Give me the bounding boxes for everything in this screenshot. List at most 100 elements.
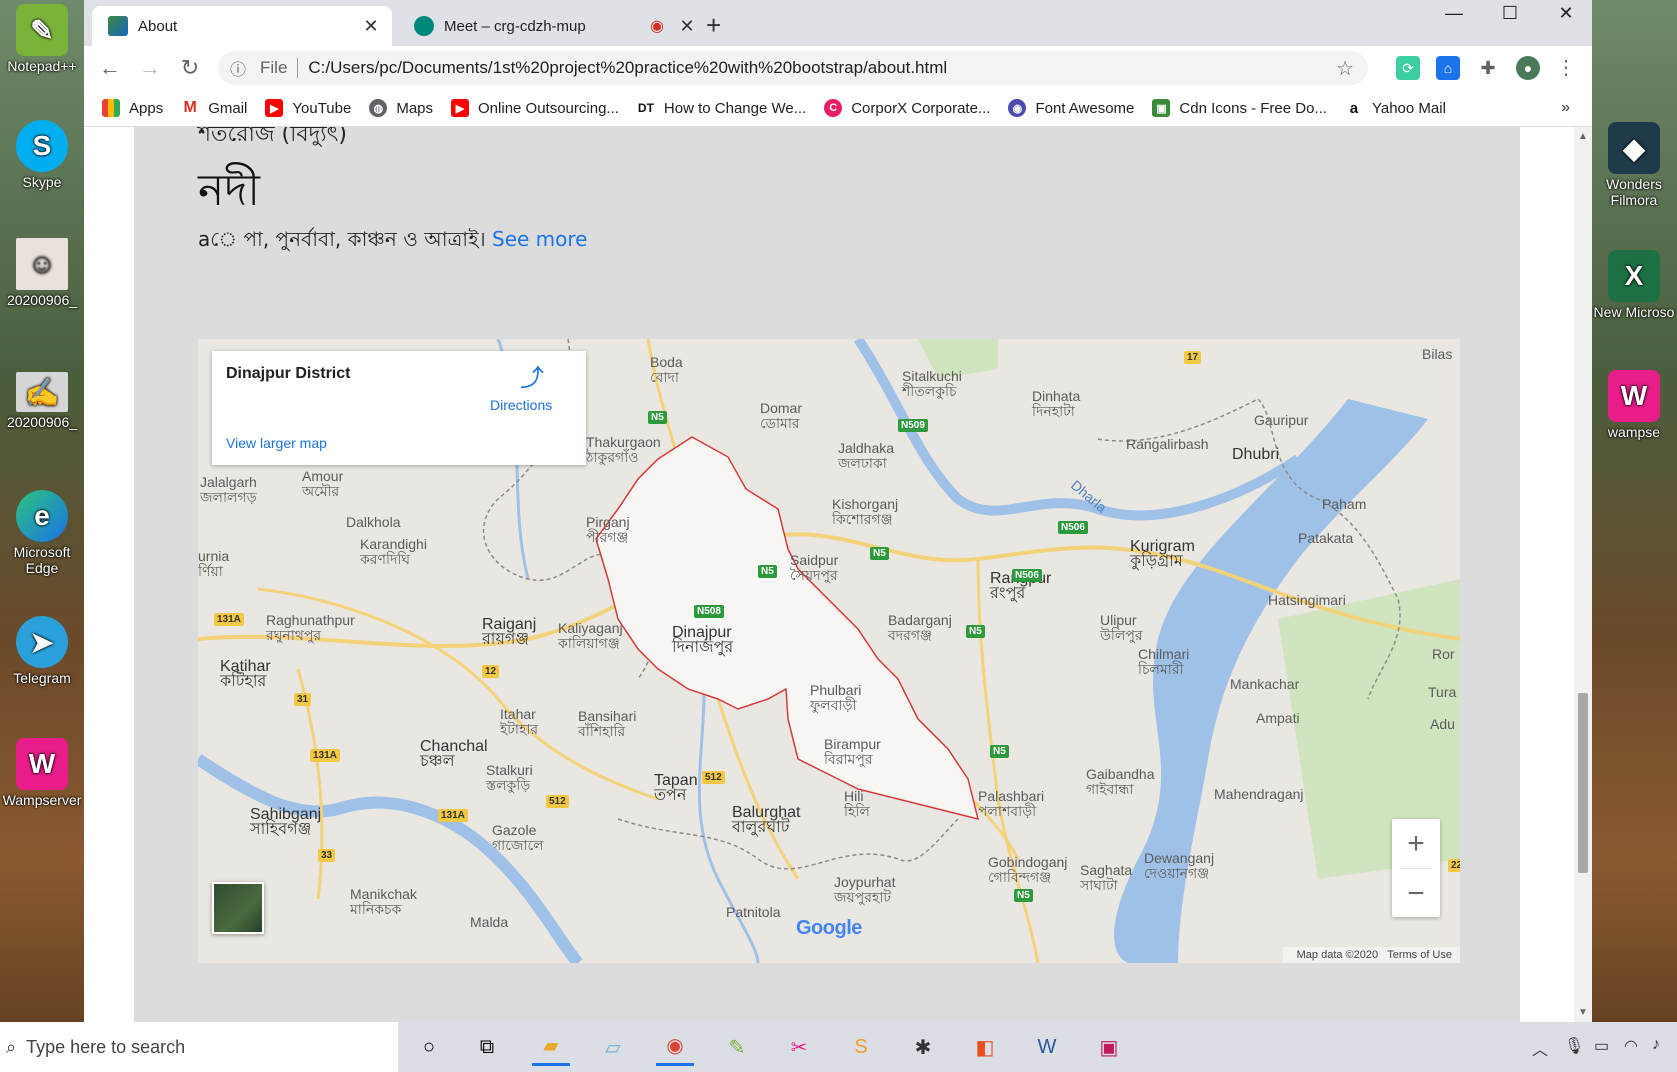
file-explorer-icon[interactable]: ▰ [532, 1028, 570, 1066]
chrome-icon[interactable]: ◉ [656, 1028, 694, 1066]
browser-window: About ✕ Meet – crg-cdzh-mup ◉ ✕ + — ☐ ✕ … [84, 0, 1592, 1022]
place-name: Dinajpur District [226, 365, 351, 382]
info-icon[interactable]: ⓘ [230, 56, 252, 80]
wifi-icon[interactable]: ◠ [1624, 1036, 1638, 1056]
page-scrollbar[interactable]: ▲ ▼ [1574, 127, 1592, 1022]
new-tab-icon[interactable]: + [706, 10, 721, 41]
tab-about[interactable]: About ✕ [92, 6, 392, 46]
microphone-icon[interactable]: 🎙 [1564, 1036, 1584, 1056]
terms-of-use-link[interactable]: Terms of Use [1387, 949, 1452, 961]
view-larger-map-link[interactable]: View larger map [226, 435, 327, 451]
road-shield: 131A [438, 809, 468, 822]
task-view-icon[interactable]: ⧉ [468, 1028, 506, 1066]
snipping-tool-icon[interactable]: ✂ [780, 1028, 818, 1066]
desktop-icon-label: Wampserver [2, 792, 82, 808]
scroll-down-icon[interactable]: ▼ [1574, 1007, 1592, 1018]
profile-avatar[interactable]: ● [1516, 56, 1540, 80]
desktop-icon-photo-1[interactable]: ☺ 20200906_ [0, 238, 84, 308]
desktop-icon-label: Notepad++ [7, 58, 77, 74]
back-icon[interactable]: ← [96, 54, 124, 82]
paragraph-text: aে পা, পুনর্বাবা, কাঞ্চন ও আত্রাই। [198, 227, 486, 251]
bookmark-fontawesome[interactable]: ◉ Font Awesome [1008, 99, 1134, 117]
zoom-control: + − [1392, 819, 1440, 917]
bookmark-gmail[interactable]: M Gmail [181, 99, 247, 117]
rivers-paragraph: aে পা, পুনর্বাবা, কাঞ্চন ও আত্রাই। See m… [198, 225, 587, 258]
sublime-text-icon[interactable]: S [842, 1028, 880, 1066]
scrollbar-thumb[interactable] [1578, 693, 1588, 873]
map-label-dinhata: Dinhata দিনহাটা [1032, 388, 1081, 419]
cdn-icons-icon: ▣ [1152, 99, 1171, 117]
tray-chevron-icon[interactable]: ︿ [1532, 1036, 1548, 1060]
notepadpp-taskbar-icon[interactable]: ✎ [718, 1028, 756, 1066]
bookmark-star-icon[interactable]: ☆ [1336, 56, 1354, 81]
intellij-icon[interactable]: ▣ [1090, 1028, 1128, 1066]
edge-icon: e [16, 490, 68, 542]
forward-icon[interactable]: → [136, 54, 164, 82]
reload-icon[interactable]: ↻ [176, 54, 204, 82]
bookmark-label: YouTube [292, 99, 352, 117]
map-label-chanchal: Chanchal চঞ্চল [420, 738, 488, 770]
bookmark-corporx[interactable]: C CorporX Corporate... [824, 99, 990, 117]
notepad-app-icon[interactable]: ▱ [594, 1028, 632, 1066]
maximize-icon[interactable]: ☐ [1482, 0, 1538, 30]
office-icon[interactable]: ◧ [966, 1028, 1004, 1066]
search-icon: ⌕ [6, 1036, 17, 1057]
tab-meet[interactable]: Meet – crg-cdzh-mup ◉ ✕ [398, 6, 708, 46]
extensions-puzzle-icon[interactable]: ✚ [1476, 56, 1500, 80]
see-more-link[interactable]: See more [492, 227, 587, 251]
bookmark-youtube[interactable]: ▶ YouTube [265, 99, 351, 117]
bookmark-yahoo[interactable]: a Yahoo Mail [1344, 99, 1446, 117]
address-bar[interactable]: ⓘ File C:/Users/pc/Documents/1st%20proje… [218, 51, 1368, 85]
close-tab-icon[interactable]: ✕ [360, 16, 382, 37]
zoom-out-button[interactable]: − [1392, 869, 1440, 918]
embedded-map[interactable]: Dinajpur দিনাজপুর Thakurgaon ঠাকুরগাঁও Bod… [198, 339, 1460, 963]
desktop-icon-skype[interactable]: S Skype [0, 120, 84, 190]
desktop-icon-notepadpp[interactable]: ✎ Notepad++ [0, 4, 84, 74]
url-text[interactable]: C:/Users/pc/Documents/1st%20project%20pr… [308, 58, 947, 78]
cursor-app-icon[interactable]: ✱ [904, 1028, 942, 1066]
map-label-kurigram: Kurigram কুড়িগ্রাম [1130, 538, 1195, 570]
desktop-icon-telegram[interactable]: ➤ Telegram [0, 616, 84, 686]
minimize-icon[interactable]: — [1426, 0, 1482, 30]
map-label-tura: Tura [1428, 684, 1457, 700]
desktop-icon-photo-2[interactable]: ✍ 20200906_ [0, 372, 84, 430]
bookmark-howto[interactable]: DT How to Change We... [636, 99, 806, 117]
dt-logo-icon: DT [636, 99, 655, 117]
satellite-toggle[interactable] [212, 882, 264, 934]
close-tab-icon[interactable]: ✕ [676, 16, 698, 37]
more-bookmarks-icon[interactable]: » [1561, 99, 1570, 117]
desktop-icon-filmora[interactable]: ◆ Wonders Filmora [1592, 122, 1676, 208]
close-window-icon[interactable]: ✕ [1538, 0, 1594, 30]
zoom-in-button[interactable]: + [1392, 819, 1440, 868]
map-label-tapan: Tapan তপন [654, 772, 698, 804]
desktop-icon-excel[interactable]: X New Microso [1592, 250, 1676, 320]
map-label-hili: Hili হিলি [844, 788, 870, 819]
road-shield: 33 [318, 849, 336, 862]
word-icon[interactable]: W [1028, 1028, 1066, 1066]
road-shield: N5 [758, 565, 777, 578]
bookmark-label: Yahoo Mail [1371, 99, 1446, 117]
desktop-right-icons: ◆ Wonders Filmora X New Microso W wampse [1592, 0, 1677, 1022]
menu-kebab-icon[interactable]: ⋮ [1554, 56, 1578, 80]
desktop-icon-wampserver-right[interactable]: W wampse [1592, 370, 1676, 440]
tab-title: Meet – crg-cdzh-mup [444, 17, 586, 35]
map-label-rangalirbash: Rangalirbash [1126, 436, 1209, 452]
volume-icon[interactable]: ♪ [1652, 1036, 1660, 1054]
desktop-icon-wampserver[interactable]: W Wampserver [0, 738, 84, 808]
taskbar-search[interactable]: ⌕ Type here to search [0, 1022, 398, 1072]
map-label-dhubri: Dhubri [1232, 446, 1280, 463]
bookmark-outsourcing[interactable]: ▶ Online Outsourcing... [451, 99, 619, 117]
road-shield: 31 [294, 693, 312, 706]
directions-link[interactable]: Directions [490, 397, 552, 413]
bookmark-apps[interactable]: Apps [102, 99, 163, 117]
desktop-icon-edge[interactable]: e Microsoft Edge [0, 490, 84, 576]
extension-refresh-icon[interactable]: ⟳ [1396, 56, 1420, 80]
bookmark-maps[interactable]: ◍ Maps [369, 99, 433, 117]
tab-bar: About ✕ Meet – crg-cdzh-mup ◉ ✕ + — ☐ ✕ [84, 0, 1592, 46]
cortana-icon[interactable]: ○ [410, 1028, 448, 1066]
directions-icon[interactable]: ⤴ [520, 367, 544, 391]
battery-icon[interactable]: ▭ [1594, 1036, 1609, 1056]
extension-sync-icon[interactable]: ⌂ [1436, 56, 1460, 80]
bookmark-cdn-icons[interactable]: ▣ Cdn Icons - Free Do... [1152, 99, 1327, 117]
scroll-up-icon[interactable]: ▲ [1574, 131, 1592, 142]
